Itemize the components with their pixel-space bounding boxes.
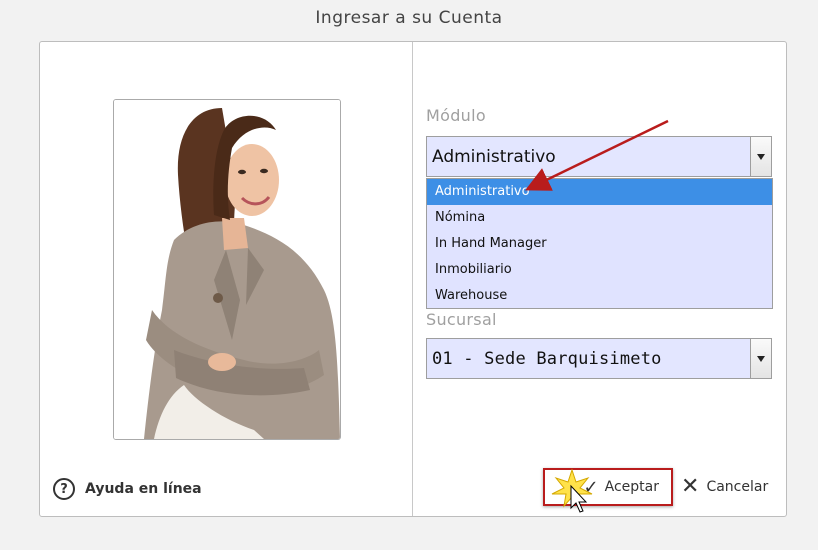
dropdown-option-warehouse[interactable]: Warehouse bbox=[427, 283, 772, 309]
chevron-down-icon[interactable] bbox=[750, 339, 771, 378]
cancel-button[interactable]: ✕ Cancelar bbox=[681, 468, 768, 506]
modulo-label: Módulo bbox=[426, 106, 486, 125]
sucursal-select[interactable]: 01 - Sede Barquisimeto bbox=[426, 338, 772, 379]
close-icon: ✕ bbox=[681, 474, 700, 499]
modulo-dropdown-list: Administrativo Nómina In Hand Manager In… bbox=[426, 178, 773, 309]
dropdown-option-nomina[interactable]: Nómina bbox=[427, 205, 772, 231]
modulo-select[interactable]: Administrativo bbox=[426, 136, 772, 177]
sucursal-label: Sucursal bbox=[426, 310, 497, 329]
chevron-down-icon[interactable] bbox=[750, 137, 771, 176]
modulo-selected-value: Administrativo bbox=[432, 147, 556, 167]
help-label: Ayuda en línea bbox=[85, 481, 202, 497]
help-link[interactable]: ? Ayuda en línea bbox=[53, 478, 202, 500]
accept-label: Aceptar bbox=[604, 479, 659, 495]
dropdown-option-administrativo[interactable]: Administrativo bbox=[427, 179, 772, 205]
login-dialog: ? Ayuda en línea Módulo Administrativo A… bbox=[39, 41, 787, 517]
dropdown-option-inmobiliario[interactable]: Inmobiliario bbox=[427, 257, 772, 283]
panel-divider bbox=[412, 42, 413, 516]
accept-button[interactable]: ✓ Aceptar bbox=[543, 468, 673, 506]
dropdown-option-in-hand-manager[interactable]: In Hand Manager bbox=[427, 231, 772, 257]
window-title: Ingresar a su Cuenta bbox=[315, 8, 503, 28]
woman-portrait-image bbox=[114, 100, 340, 439]
sucursal-selected-value: 01 - Sede Barquisimeto bbox=[432, 349, 662, 369]
question-circle-icon: ? bbox=[53, 478, 75, 500]
cancel-label: Cancelar bbox=[706, 479, 769, 495]
user-photo bbox=[113, 99, 341, 440]
checkmark-icon: ✓ bbox=[583, 476, 599, 498]
